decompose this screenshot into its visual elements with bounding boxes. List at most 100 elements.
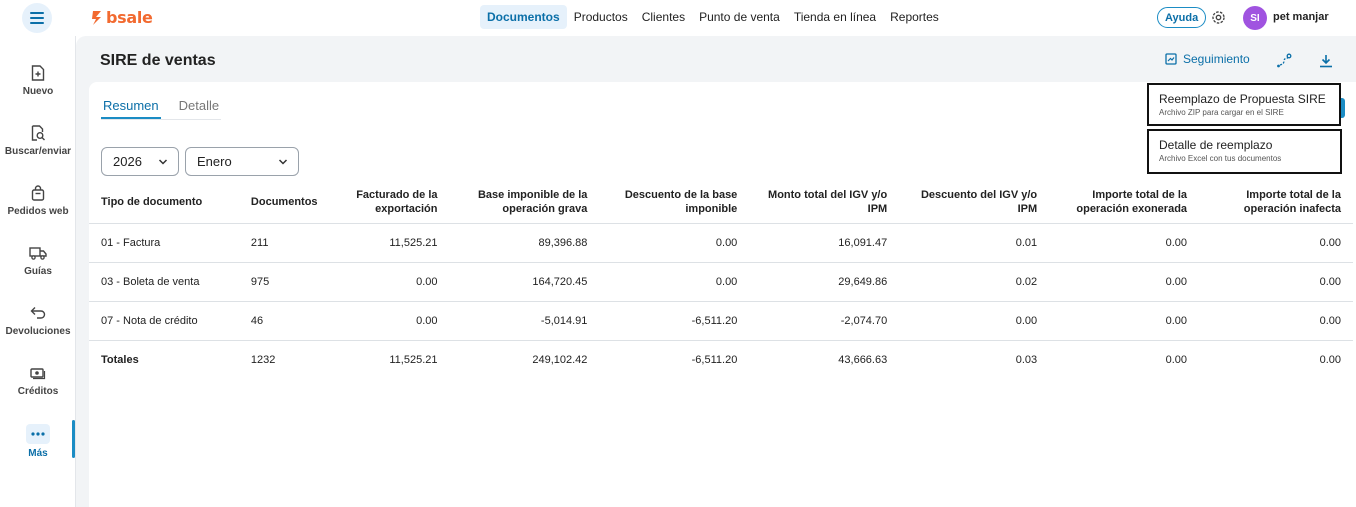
table-cell: -6,511.20 (599, 301, 750, 341)
table-cell: 0.00 (599, 262, 750, 302)
table-cell: 89,396.88 (449, 223, 600, 263)
table-cell: 1232 (250, 353, 276, 366)
menu-item-reemplazo-propuesta[interactable]: Reemplazo de Propuesta SIRE Archivo ZIP … (1147, 83, 1341, 126)
sidebar-item-mas[interactable]: Más (0, 424, 76, 459)
nav-documentos[interactable]: Documentos (480, 5, 567, 29)
month-value: Enero (197, 154, 232, 169)
menu-item-title: Reemplazo de Propuesta SIRE (1159, 92, 1326, 106)
table-cell: -2,074.70 (749, 301, 900, 341)
sidebar-item-nuevo[interactable]: Nuevo (0, 64, 76, 97)
col-importe-exonerada: Importe total de la operación exonerada (1049, 181, 1200, 224)
top-bar: bsale Documentos Productos Clientes Punt… (0, 0, 1356, 36)
menu-item-detalle-reemplazo[interactable]: Detalle de reemplazo Archivo Excel con t… (1147, 129, 1342, 174)
bag-icon (29, 184, 47, 202)
col-importe-inafecta: Importe total de la operación inafecta (1199, 181, 1353, 224)
table-cell: 16,091.47 (749, 223, 900, 263)
gear-icon[interactable] (1210, 9, 1227, 26)
nav-reportes[interactable]: Reportes (883, 5, 946, 29)
table-cell: -5,014.91 (449, 301, 600, 341)
return-arrow-icon (29, 304, 47, 322)
tab-detalle[interactable]: Detalle (177, 98, 221, 119)
hamburger-icon (30, 12, 44, 24)
table-cell: 0.00 (1049, 262, 1200, 302)
table-cell: 43,666.63 (838, 353, 888, 366)
col-base-imponible: Base imponible de la operación grava (449, 181, 600, 224)
download-icon[interactable] (1318, 53, 1334, 69)
main-nav: Documentos Productos Clientes Punto de v… (480, 5, 946, 29)
table-cell: 0.00 (1199, 262, 1353, 302)
view-tabs: Resumen Detalle (101, 98, 222, 120)
table-cell: 01 - Factura (89, 223, 239, 263)
col-documentos: Documentos (238, 181, 330, 224)
table-cell: 11,525.21 (389, 353, 438, 366)
nav-productos[interactable]: Productos (567, 5, 635, 29)
year-select[interactable]: 2026 (101, 147, 179, 176)
menu-item-subtitle: Archivo ZIP para cargar en el SIRE (1159, 108, 1284, 117)
seguimiento-button[interactable]: Seguimiento (1165, 52, 1250, 66)
table-row: 03 - Boleta de venta 975 0.00 164,720.45… (89, 262, 1353, 302)
sidebar-item-guias[interactable]: Guías (0, 244, 76, 277)
bsale-logo[interactable]: bsale (91, 8, 153, 27)
page-title: SIRE de ventas (100, 52, 216, 69)
table-row: 07 - Nota de crédito 46 0.00 -5,014.91 -… (89, 301, 1353, 341)
table-cell: 0.00 (329, 262, 450, 302)
sidebar-active-indicator (72, 420, 75, 458)
table-cell: 164,720.45 (449, 262, 600, 302)
sidebar-item-pedidos-web[interactable]: Pedidos web (0, 184, 76, 217)
col-descuento-igv: Descuento del IGV y/o IPM (899, 181, 1050, 224)
sidebar-item-label: Créditos (17, 386, 59, 397)
table-cell: 0.00 (1049, 223, 1200, 263)
table-header-row: Tipo de documento Documentos Facturado d… (89, 181, 1353, 224)
menu-item-title: Detalle de reemplazo (1159, 138, 1273, 152)
table-cell: 03 - Boleta de venta (89, 262, 239, 302)
table-cell: 07 - Nota de crédito (89, 301, 239, 341)
table-row: 01 - Factura 211 11,525.21 89,396.88 0.0… (89, 223, 1353, 263)
sidebar-item-label: Buscar/enviar (4, 146, 72, 157)
page-actions: Seguimiento (1165, 52, 1250, 66)
brand-name: bsale (106, 8, 153, 27)
month-select[interactable]: Enero (185, 147, 299, 176)
table-cell: 29,649.86 (749, 262, 900, 302)
table-cell: 0.00 (899, 301, 1050, 341)
table-cell: 0.01 (899, 223, 1050, 263)
table-cell: 0.00 (329, 301, 450, 341)
sidebar-item-label: Más (28, 448, 48, 459)
table-cell: 0.03 (1015, 353, 1038, 366)
sidebar: Nuevo Buscar/enviar Pedidos web Guías De… (0, 36, 76, 507)
table-cell: 46 (238, 301, 330, 341)
chevron-down-icon (278, 158, 288, 165)
menu-item-subtitle: Archivo Excel con tus documentos (1159, 154, 1282, 163)
route-icon[interactable] (1276, 53, 1292, 69)
col-monto-igv: Monto total del IGV y/o IPM (749, 181, 900, 224)
table-cell: 0.00 (1199, 223, 1353, 263)
help-button[interactable]: Ayuda (1157, 7, 1207, 28)
col-descuento-base: Descuento de la base imponible (599, 181, 750, 224)
table-cell: 11,525.21 (329, 223, 450, 263)
table-cell: 0.00 (1049, 301, 1200, 341)
nav-tienda-en-linea[interactable]: Tienda en línea (787, 5, 883, 29)
table-cell: 249,102.42 (532, 353, 588, 366)
user-name[interactable]: pet manjar (1273, 11, 1329, 23)
avatar[interactable]: SI (1243, 6, 1267, 30)
tracking-icon (1165, 53, 1177, 65)
col-facturado-exportacion: Facturado de la exportación (329, 181, 450, 224)
chevron-down-icon (158, 158, 168, 165)
table-cell: -6,511.20 (691, 353, 738, 366)
table-cell: 0.00 (1319, 353, 1341, 366)
totals-row: Totales 1232 11,525.21 249,102.42 -6,511… (89, 340, 1353, 379)
table-cell: 0.00 (599, 223, 750, 263)
nav-punto-de-venta[interactable]: Punto de venta (692, 5, 787, 29)
table-cell: 0.02 (899, 262, 1050, 302)
sidebar-item-creditos[interactable]: Créditos (0, 364, 76, 397)
col-tipo-documento: Tipo de documento (89, 181, 239, 224)
credit-icon (29, 364, 47, 382)
nav-clientes[interactable]: Clientes (635, 5, 692, 29)
sidebar-item-devoluciones[interactable]: Devoluciones (0, 304, 76, 337)
tab-resumen[interactable]: Resumen (101, 98, 161, 119)
hamburger-menu-button[interactable] (22, 3, 52, 33)
sidebar-item-buscar-enviar[interactable]: Buscar/enviar (0, 124, 76, 157)
truck-icon (29, 244, 47, 262)
table-cell: 211 (238, 223, 330, 263)
year-value: 2026 (113, 154, 142, 169)
table-cell: 0.00 (1165, 353, 1188, 366)
